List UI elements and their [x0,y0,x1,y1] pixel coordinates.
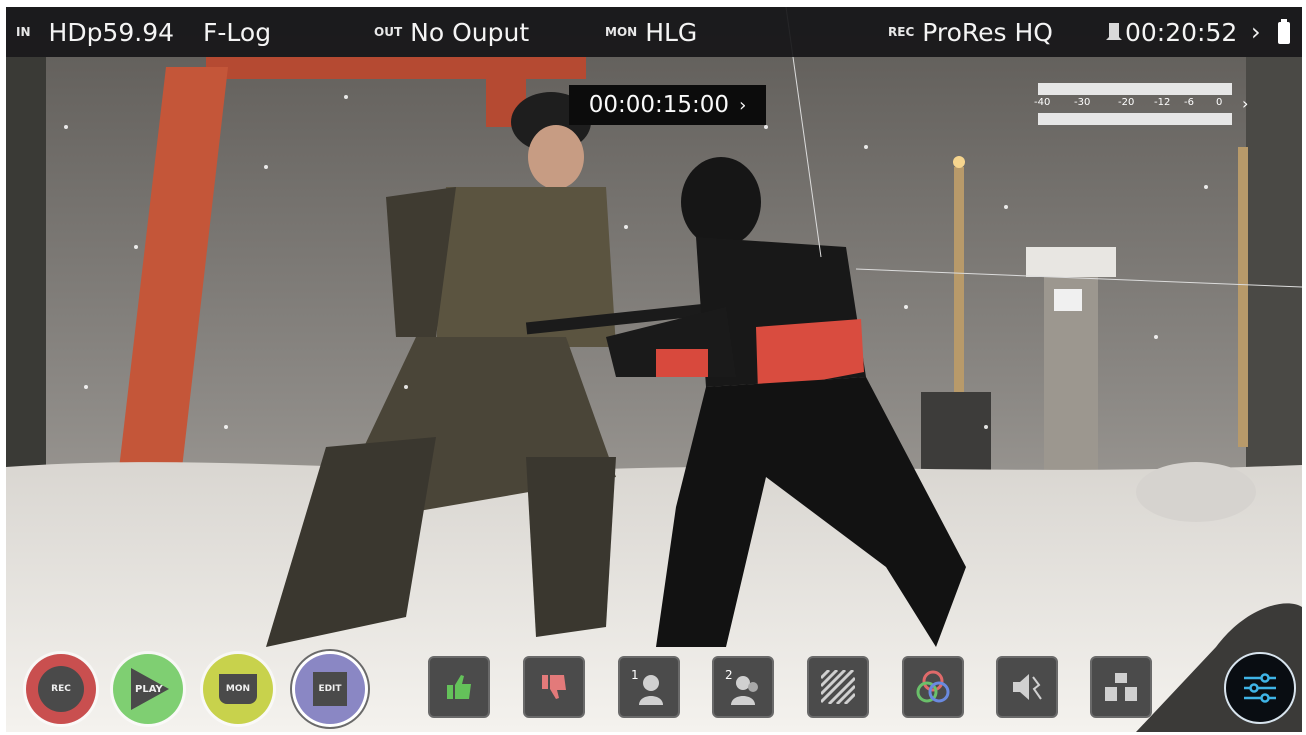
battery-icon [1277,19,1290,44]
status-expand[interactable]: › [1251,7,1291,57]
audio-meter-bar-top [1038,83,1232,95]
sliders-icon [1244,673,1276,703]
edit-button-label: EDIT [318,684,342,694]
meter-tick: -30 [1074,97,1091,108]
monitor-value: HLG [645,17,698,47]
input-gamma: F-Log [203,17,272,47]
mon-button-label: MON [225,684,251,694]
false-color-button[interactable] [902,656,964,718]
settings-button[interactable] [1224,652,1296,724]
output-value: No Ouput [410,17,530,47]
zebra-button[interactable] [807,656,869,718]
meter-tick: -6 [1184,97,1194,108]
zebra-icon [821,670,855,704]
play-button[interactable]: PLAY [113,654,183,724]
audio-mute-button[interactable] [996,656,1058,718]
rec-button-label: REC [51,684,71,694]
single-person-icon: 1 [631,668,663,705]
false-color-icon [916,670,950,703]
media-status[interactable]: 00:20:52 [1105,7,1237,57]
thumbs-down-icon [542,675,566,699]
meter-tick: -20 [1118,97,1135,108]
record-label: REC [888,25,915,39]
timecode-display[interactable]: 00:00:15:00 › [569,85,766,125]
speaker-mute-icon [1013,674,1042,700]
single-shot-button[interactable]: 1 [618,656,680,718]
meter-tick: 0 [1216,97,1223,108]
drive-icon [1106,23,1122,40]
monitor-icon: MON [219,674,257,704]
two-shot-button[interactable]: 2 [712,656,774,718]
record-status[interactable]: REC ProRes HQ [888,7,1053,57]
output-label: OUT [374,25,403,39]
edit-button[interactable]: EDIT [295,654,365,724]
two-shot-label: 2 [725,668,733,682]
remaining-time: 00:20:52 [1125,17,1238,47]
timecode-value: 00:00:15:00 [588,92,730,118]
edit-icon: EDIT [313,672,347,706]
meter-tick: -12 [1154,97,1171,108]
audio-meter-scale: -40 -30 -20 -12 -6 0 [1032,97,1242,109]
chevron-right-icon: › [1242,94,1249,113]
mon-button[interactable]: MON [203,654,273,724]
output-status[interactable]: OUT No Ouput [374,7,529,57]
frame-guides-icon [1105,673,1137,701]
input-status[interactable]: IN HDp59.94 F-Log [16,7,271,57]
monitor-label: MON [605,25,638,39]
record-codec: ProRes HQ [922,17,1053,47]
chevron-right-icon: › [739,94,747,116]
thumbs-up-icon [447,675,471,699]
good-take-button[interactable] [428,656,490,718]
chevron-right-icon: › [1251,18,1261,46]
input-label: IN [16,25,31,39]
bad-take-button[interactable] [523,656,585,718]
monitor-status[interactable]: MON HLG [605,7,697,57]
two-shot-icon: 2 [725,668,758,705]
meter-tick: -40 [1034,97,1051,108]
audio-meter-bar-bottom [1038,113,1232,125]
input-format: HDp59.94 [48,17,175,47]
play-button-label: PLAY [135,684,163,695]
audio-meter[interactable]: -40 -30 -20 -12 -6 0 › [1032,79,1256,129]
rec-button[interactable]: REC [26,654,96,724]
status-bar: IN HDp59.94 F-Log OUT No Ouput MON HLG R… [6,7,1302,57]
single-shot-label: 1 [631,668,639,682]
record-dot-icon: REC [38,666,84,712]
monitor-screen: IN HDp59.94 F-Log OUT No Ouput MON HLG R… [6,7,1302,732]
frame-guides-button[interactable] [1090,656,1152,718]
